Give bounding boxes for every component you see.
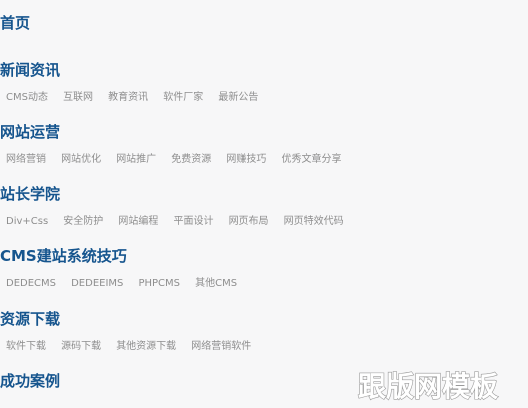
sub-link-list: 网络营销 网站优化 网站推广 免费资源 网赚技巧 优秀文章分享 [0, 147, 345, 165]
section-title-operations[interactable]: 网站运营 [0, 123, 345, 141]
sub-link[interactable]: 网络营销软件 [191, 339, 251, 355]
section-title-downloads[interactable]: 资源下载 [0, 310, 255, 328]
nav-section-cases: 成功案例 [0, 372, 60, 390]
sub-link[interactable]: Div+Css [6, 214, 48, 230]
sub-link[interactable]: 互联网 [63, 90, 93, 106]
sub-link[interactable]: DEDEEIMS [71, 276, 123, 292]
sub-link[interactable]: 软件下载 [6, 339, 46, 355]
sub-link-list: 软件下载 源码下载 其他资源下载 网络营销软件 [0, 334, 255, 352]
sub-link[interactable]: 其他CMS [195, 276, 237, 292]
sub-link[interactable]: 网络营销 [6, 152, 46, 168]
sub-link[interactable]: PHPCMS [138, 276, 180, 292]
sub-link[interactable]: 免费资源 [171, 152, 211, 168]
sub-link[interactable]: 网站推广 [116, 152, 156, 168]
section-title-news[interactable]: 新闻资讯 [0, 61, 262, 79]
nav-section-news: 新闻资讯 CMS动态 互联网 教育资讯 软件厂家 最新公告 [0, 61, 262, 103]
sub-link[interactable]: 软件厂家 [163, 90, 203, 106]
sub-link-list: CMS动态 互联网 教育资讯 软件厂家 最新公告 [0, 85, 262, 103]
sub-link[interactable]: 网赚技巧 [226, 152, 266, 168]
sub-link[interactable]: DEDECMS [6, 276, 56, 292]
section-title-home[interactable]: 首页 [0, 14, 30, 32]
nav-section-home: 首页 [0, 14, 30, 32]
sub-link[interactable]: 优秀文章分享 [281, 152, 341, 168]
nav-section-cms: CMS建站系统技巧 DEDECMS DEDEEIMS PHPCMS 其他CMS [0, 247, 241, 289]
sub-link[interactable]: 安全防护 [63, 214, 103, 230]
section-title-cms[interactable]: CMS建站系统技巧 [0, 247, 241, 265]
sub-link[interactable]: 网页特效代码 [284, 214, 344, 230]
sub-link[interactable]: 其他资源下载 [116, 339, 176, 355]
site-watermark-logo: 跟版网模板 [338, 368, 518, 404]
nav-section-academy: 站长学院 Div+Css 安全防护 网站编程 平面设计 网页布局 网页特效代码 [0, 185, 348, 227]
category-navigation: 首页 新闻资讯 CMS动态 互联网 教育资讯 软件厂家 最新公告 网站运营 网络… [0, 0, 528, 408]
nav-section-operations: 网站运营 网络营销 网站优化 网站推广 免费资源 网赚技巧 优秀文章分享 [0, 123, 345, 165]
sub-link[interactable]: 网站优化 [61, 152, 101, 168]
sub-link[interactable]: 网站编程 [118, 214, 158, 230]
sub-link-list: Div+Css 安全防护 网站编程 平面设计 网页布局 网页特效代码 [0, 209, 348, 227]
watermark-text: 跟版网模板 [358, 370, 498, 403]
section-title-cases[interactable]: 成功案例 [0, 372, 60, 390]
sub-link[interactable]: 教育资讯 [108, 90, 148, 106]
sub-link[interactable]: 最新公告 [218, 90, 258, 106]
sub-link[interactable]: 平面设计 [173, 214, 213, 230]
sub-link[interactable]: 源码下载 [61, 339, 101, 355]
sub-link-list: DEDECMS DEDEEIMS PHPCMS 其他CMS [0, 271, 241, 289]
sub-link[interactable]: 网页布局 [229, 214, 269, 230]
sub-link[interactable]: CMS动态 [6, 90, 48, 106]
nav-section-downloads: 资源下载 软件下载 源码下载 其他资源下载 网络营销软件 [0, 310, 255, 352]
section-title-academy[interactable]: 站长学院 [0, 185, 348, 203]
